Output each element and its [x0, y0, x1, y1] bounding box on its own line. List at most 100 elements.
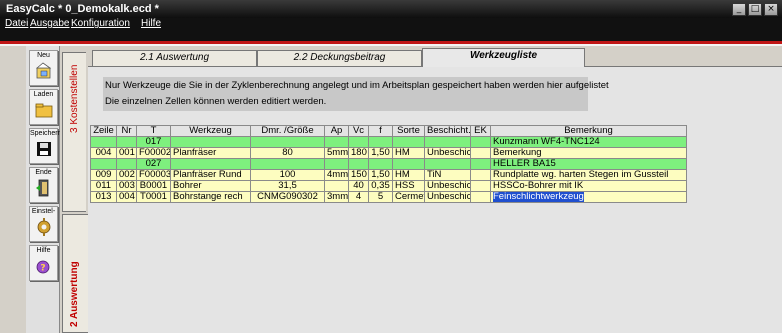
table-cell[interactable]: 4mm	[324, 169, 349, 181]
column-header-nr[interactable]: Nr	[116, 125, 137, 137]
settings-button[interactable]: Einstel-	[29, 206, 58, 242]
table-cell[interactable]	[170, 158, 251, 170]
menu-hilfe[interactable]: Hilfe	[141, 18, 161, 29]
table-cell[interactable]: 40	[348, 180, 369, 192]
table-cell[interactable]	[324, 158, 349, 170]
new-button[interactable]: Neu	[29, 50, 58, 86]
table-cell[interactable]	[324, 180, 349, 192]
table-cell[interactable]: Bohrstange rech	[170, 191, 251, 203]
table-cell[interactable]	[348, 136, 369, 148]
table-cell[interactable]	[470, 158, 491, 170]
table-cell[interactable]	[392, 158, 425, 170]
table-cell[interactable]	[250, 158, 325, 170]
column-header-f[interactable]: f	[368, 125, 393, 137]
table-cell[interactable]: 100	[250, 169, 325, 181]
table-cell[interactable]: 004	[90, 147, 117, 159]
table-cell[interactable]: Unbeschich	[424, 147, 471, 159]
column-header-ek[interactable]: EK	[470, 125, 491, 137]
table-cell[interactable]	[348, 158, 369, 170]
table-cell[interactable]	[324, 136, 349, 148]
menu-datei[interactable]: Datei	[5, 18, 28, 29]
table-cell[interactable]: Cermet	[392, 191, 425, 203]
table-cell[interactable]	[368, 158, 393, 170]
column-header-dmr[interactable]: Dmr. /Größe	[250, 125, 325, 137]
table-cell[interactable]: 027	[136, 158, 171, 170]
table-cell[interactable]: Feinschlichtwerkzeug	[490, 191, 687, 203]
maximize-button[interactable]: □	[748, 3, 762, 16]
side-tab-auswertung[interactable]: 2 Auswertung	[62, 214, 88, 333]
minimize-button[interactable]: _	[732, 3, 746, 16]
column-header-bemerkung[interactable]: Bemerkung	[490, 125, 687, 137]
side-tab-kostenstellen[interactable]: 3 Kostenstellen	[62, 52, 86, 212]
column-header-ap[interactable]: Ap	[324, 125, 349, 137]
table-cell[interactable]: 5mm	[324, 147, 349, 159]
table-cell[interactable]: 017	[136, 136, 171, 148]
column-header-sorte[interactable]: Sorte	[392, 125, 425, 137]
table-cell[interactable]: Bemerkung	[490, 147, 687, 159]
selected-cell-text[interactable]: Feinschlichtwerkzeug	[493, 192, 584, 202]
table-cell[interactable]	[470, 147, 491, 159]
save-button[interactable]: Speichern	[29, 128, 62, 164]
table-cell[interactable]: Unbeschich	[424, 191, 471, 203]
load-button[interactable]: Laden	[29, 89, 58, 125]
column-header-vc[interactable]: Vc	[348, 125, 369, 137]
tab-deckungsbeitrag[interactable]: 2.2 Deckungsbeitrag	[257, 50, 422, 66]
table-cell[interactable]: HM	[392, 169, 425, 181]
table-cell[interactable]	[170, 136, 251, 148]
table-cell[interactable]: CNMG090302	[250, 191, 325, 203]
table-cell[interactable]: 009	[90, 169, 117, 181]
table-cell[interactable]: 31,5	[250, 180, 325, 192]
column-header-beschicht[interactable]: Beschicht.	[424, 125, 471, 137]
table-cell[interactable]: 3mm	[324, 191, 349, 203]
column-header-werkzeug[interactable]: Werkzeug	[170, 125, 251, 137]
table-cell[interactable]	[424, 158, 471, 170]
exit-button[interactable]: Ende	[29, 167, 58, 203]
table-cell[interactable]: 1,50	[368, 147, 393, 159]
menu-konfiguration[interactable]: Konfiguration	[71, 18, 130, 29]
table-cell[interactable]	[116, 158, 137, 170]
table-cell[interactable]	[116, 136, 137, 148]
table-cell[interactable]	[424, 136, 471, 148]
table-cell[interactable]: HELLER BA15	[490, 158, 687, 170]
table-cell[interactable]: F00002	[136, 147, 171, 159]
close-button[interactable]: ×	[764, 3, 778, 16]
table-cell[interactable]	[470, 169, 491, 181]
table-cell[interactable]: Bohrer	[170, 180, 251, 192]
column-header-zeile[interactable]: Zeile	[90, 125, 117, 137]
table-cell[interactable]: 4	[348, 191, 369, 203]
table-cell[interactable]: 004	[116, 191, 137, 203]
table-cell[interactable]	[250, 136, 325, 148]
table-cell[interactable]	[470, 191, 491, 203]
table-cell[interactable]: Kunzmann WF4-TNC124	[490, 136, 687, 148]
table-cell[interactable]: HSS	[392, 180, 425, 192]
help-button[interactable]: Hilfe ?	[29, 245, 58, 281]
table-cell[interactable]	[90, 136, 117, 148]
table-cell[interactable]	[368, 136, 393, 148]
table-cell[interactable]: 150	[348, 169, 369, 181]
table-cell[interactable]: 011	[90, 180, 117, 192]
table-cell[interactable]: Unbeschich	[424, 180, 471, 192]
table-cell[interactable]: 80	[250, 147, 325, 159]
table-cell[interactable]: 0,35	[368, 180, 393, 192]
table-cell[interactable]: T0001	[136, 191, 171, 203]
table-cell[interactable]: 013	[90, 191, 117, 203]
table-cell[interactable]: 001	[116, 147, 137, 159]
menu-ausgabe[interactable]: Ausgabe	[30, 18, 69, 29]
table-cell[interactable]	[470, 136, 491, 148]
tab-auswertung[interactable]: 2.1 Auswertung	[92, 50, 257, 66]
column-header-t[interactable]: T	[136, 125, 171, 137]
table-cell[interactable]: 002	[116, 169, 137, 181]
table-cell[interactable]: HSSCo-Bohrer mit IK	[490, 180, 687, 192]
table-cell[interactable]: Rundplatte wg. harten Stegen im Gussteil	[490, 169, 687, 181]
table-cell[interactable]: B0001	[136, 180, 171, 192]
table-cell[interactable]: 5	[368, 191, 393, 203]
table-cell[interactable]: TiN	[424, 169, 471, 181]
table-cell[interactable]: HM	[392, 147, 425, 159]
table-cell[interactable]: F00003	[136, 169, 171, 181]
table-cell[interactable]: 003	[116, 180, 137, 192]
tab-werkzeugliste[interactable]: Werkzeugliste	[422, 48, 585, 67]
table-cell[interactable]: Planfräser Rund	[170, 169, 251, 181]
table-cell[interactable]: 180	[348, 147, 369, 159]
table-cell[interactable]: 1,50	[368, 169, 393, 181]
table-cell[interactable]	[392, 136, 425, 148]
